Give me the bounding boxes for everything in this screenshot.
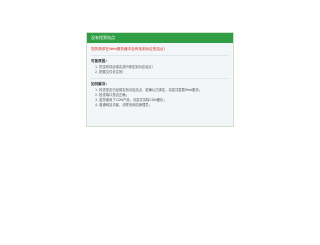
solution-text: 检查是否已经绑定到对应站点，若确认已绑定，请尝试重载Web服务；	[99, 88, 202, 92]
error-message: 您的请求在Web服务器中没有找到对应的站点！	[91, 47, 168, 51]
divider	[91, 55, 229, 56]
causes-list: 1.您没有将此域名或IP绑定到对应站点! 2.配置文件未生效!	[87, 65, 233, 75]
cause-number: 1.	[95, 65, 99, 69]
cause-text: 配置文件未生效!	[99, 70, 124, 74]
cause-number: 2.	[95, 70, 99, 74]
cause-item: 2.配置文件未生效!	[95, 70, 233, 75]
solutions-list: 1.检查是否已经绑定到对应站点，若确认已绑定，请尝试重载Web服务； 2.检查端…	[87, 88, 233, 108]
solution-text: 普通网站访客，请联系网站管理员；	[99, 103, 152, 107]
solution-number: 4.	[95, 103, 99, 107]
solution-text: 检查端口是否正确；	[99, 93, 129, 97]
solution-number: 2.	[95, 93, 99, 97]
divider	[91, 78, 229, 79]
panel-title: 没有找到站点	[91, 35, 115, 40]
solutions-title: 如何解决：	[91, 82, 109, 86]
solution-number: 1.	[95, 88, 99, 92]
solution-text: 若您使用了CDN产品，请尝试清除CDN缓存；	[99, 98, 167, 102]
solution-number: 3.	[95, 98, 99, 102]
error-panel: 没有找到站点 您的请求在Web服务器中没有找到对应的站点！ 可能原因： 1.您没…	[86, 32, 234, 127]
panel-header: 没有找到站点	[87, 33, 233, 43]
cause-text: 您没有将此域名或IP绑定到对应站点!	[99, 65, 153, 69]
causes-title: 可能原因：	[91, 59, 109, 63]
solution-item: 4.普通网站访客，请联系网站管理员；	[95, 103, 233, 108]
